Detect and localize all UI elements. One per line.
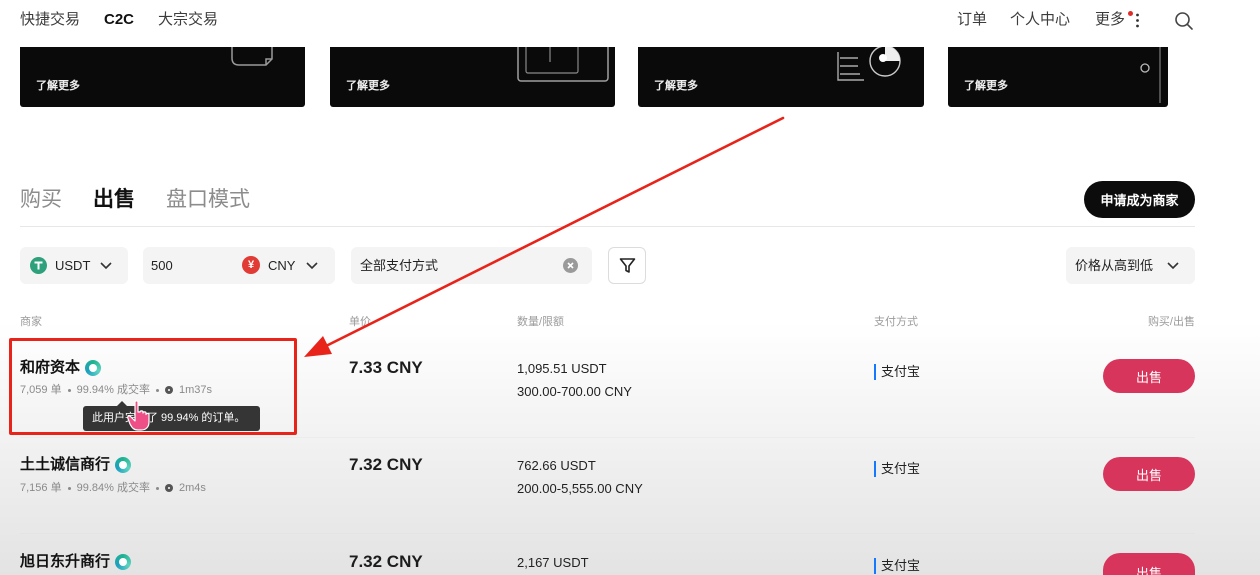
annotation-arrow [304, 116, 785, 357]
